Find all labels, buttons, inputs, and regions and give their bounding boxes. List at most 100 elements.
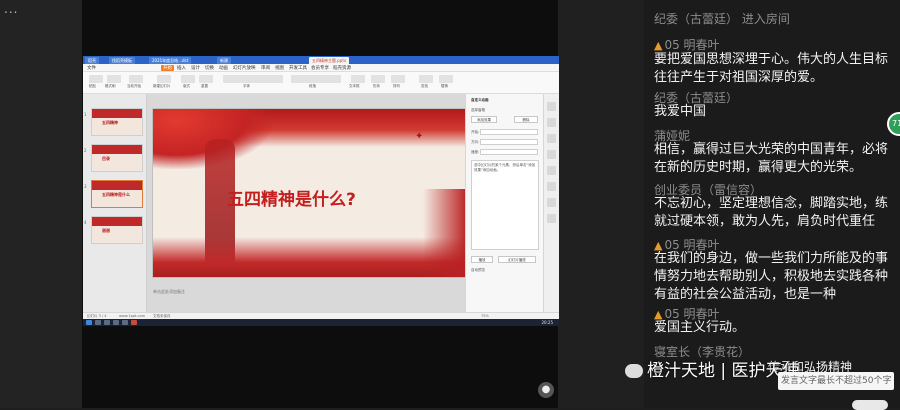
thumb-number: 1 bbox=[84, 112, 87, 117]
textbox-icon[interactable] bbox=[351, 75, 365, 83]
paste-icon[interactable] bbox=[89, 75, 103, 83]
send-button[interactable] bbox=[852, 400, 888, 410]
wps-title-bar: 稻壳 找稻壳模板 2021年度总结...dst 新建 五四精神主题.pptx bbox=[83, 56, 559, 64]
animation-panel: 自定义动画 选择窗格 添加效果 删除 开始: 方向: 速度: 选中幻灯片的某个元… bbox=[465, 94, 543, 312]
thumb-title: 谢谢 bbox=[102, 228, 110, 233]
thumb-title: 五四精神是什么 bbox=[102, 192, 130, 197]
menu-home[interactable]: 开始 bbox=[161, 65, 174, 71]
start-dropdown[interactable] bbox=[480, 129, 538, 135]
more-icon[interactable]: ... bbox=[4, 2, 18, 16]
speed-dropdown[interactable] bbox=[480, 149, 538, 155]
microphone-icon[interactable]: ● bbox=[538, 382, 554, 398]
tool-icon[interactable] bbox=[547, 150, 556, 159]
search-icon[interactable] bbox=[95, 320, 101, 325]
thumb-number: 2 bbox=[84, 148, 87, 153]
tab-ppt[interactable]: 五四精神主题.pptx bbox=[309, 57, 350, 64]
tool-icon[interactable] bbox=[547, 198, 556, 207]
folder-icon[interactable] bbox=[122, 320, 128, 325]
tab-new[interactable]: 新建 bbox=[217, 57, 231, 64]
menu-member[interactable]: 会员专享 bbox=[311, 65, 329, 71]
chat-input[interactable]: 发言文字最长不超过50个字 bbox=[778, 372, 894, 390]
thumb-banner bbox=[92, 145, 142, 154]
message-text: 相信，赢得过巨大光荣的中国青年，必将在新的历史时期，赢得更大的光荣。 bbox=[654, 142, 889, 175]
thumb-banner bbox=[92, 217, 142, 226]
thumbnail-3[interactable]: 五四精神是什么 bbox=[91, 180, 143, 208]
thumb-banner bbox=[92, 181, 142, 190]
tool-icon[interactable] bbox=[547, 166, 556, 175]
thumbnail-4[interactable]: 谢谢 bbox=[91, 216, 143, 244]
play-button[interactable]: 播放 bbox=[471, 256, 493, 263]
ribbon-label-reset: 重置 bbox=[201, 84, 208, 88]
tool-icon[interactable] bbox=[547, 134, 556, 143]
menu-developer[interactable]: 开发工具 bbox=[289, 65, 307, 71]
slide-title[interactable]: 五四精神是什么? bbox=[227, 185, 356, 210]
replace-icon[interactable] bbox=[439, 75, 453, 83]
message-text: 我爱中国 bbox=[654, 104, 707, 119]
panel-hint: 选中幻灯片的某个元素，然后单击"添加效果"添加动画。 bbox=[474, 163, 536, 172]
meeting-window: ... 稻壳 找稻壳模板 2021年度总结...dst 新建 五四精神主题.pp… bbox=[0, 0, 900, 410]
shape-icon[interactable] bbox=[371, 75, 385, 83]
tool-icon[interactable] bbox=[547, 182, 556, 191]
menu-insert[interactable]: 插入 bbox=[177, 65, 186, 71]
start-icon[interactable] bbox=[86, 320, 92, 325]
tool-icon[interactable] bbox=[547, 214, 556, 223]
menu-design[interactable]: 设计 bbox=[191, 65, 200, 71]
layout-icon[interactable] bbox=[181, 75, 195, 83]
ribbon-label-format: 格式刷 bbox=[105, 84, 116, 88]
find-icon[interactable] bbox=[419, 75, 433, 83]
autopreview-checkbox[interactable]: 自动预览 bbox=[471, 268, 485, 273]
ribbon-label-layout: 版式 bbox=[183, 84, 190, 88]
ribbon-label-paste: 粘贴 bbox=[89, 84, 96, 88]
current-slide[interactable]: ✦ 五四精神是什么? bbox=[152, 108, 468, 278]
start-label: 开始: bbox=[471, 130, 480, 134]
thumb-title: 五四精神 bbox=[102, 120, 118, 125]
reset-icon[interactable] bbox=[199, 75, 213, 83]
selection-pane-link[interactable]: 选择窗格 bbox=[471, 108, 485, 113]
notes-placeholder[interactable]: 单击此处添加备注 bbox=[147, 286, 465, 298]
start-current-icon[interactable] bbox=[129, 75, 143, 83]
menu-slideshow[interactable]: 幻灯片放映 bbox=[233, 65, 256, 71]
thumbnail-2[interactable]: 目录 bbox=[91, 144, 143, 172]
browser-icon[interactable] bbox=[113, 320, 119, 325]
thumbnail-1[interactable]: 五四精神 bbox=[91, 108, 143, 136]
animation-list[interactable]: 选中幻灯片的某个元素，然后单击"添加效果"添加动画。 bbox=[471, 160, 539, 250]
clock: 20:25 bbox=[541, 320, 553, 325]
menu-file[interactable]: 文件 bbox=[87, 65, 96, 71]
ribbon-label-newslide: 新建幻灯片 bbox=[153, 84, 171, 88]
new-slide-icon[interactable] bbox=[157, 75, 171, 83]
tab-template[interactable]: 找稻壳模板 bbox=[109, 57, 135, 64]
thumb-title: 目录 bbox=[102, 156, 110, 161]
menu-view[interactable]: 视图 bbox=[275, 65, 284, 71]
slideshow-button[interactable]: 幻灯片播放 bbox=[498, 256, 536, 263]
menu-transition[interactable]: 切换 bbox=[205, 65, 214, 71]
side-toolbar bbox=[543, 94, 559, 312]
thumb-number: 3 bbox=[84, 184, 87, 189]
taskview-icon[interactable] bbox=[104, 320, 110, 325]
direction-dropdown[interactable] bbox=[480, 139, 538, 145]
panel-title: 自定义动画 bbox=[471, 98, 489, 102]
message-text: 爱国主义行动。 bbox=[654, 320, 746, 335]
status-bar: 幻灯片 3 / 4 www.1ppt.com 文档未保存 75% bbox=[83, 312, 559, 319]
arrange-icon[interactable] bbox=[391, 75, 405, 83]
ribbon-label-font: 字体 bbox=[243, 84, 250, 88]
tool-icon[interactable] bbox=[547, 118, 556, 127]
watermark: 橙汁天地 | 医护天使 bbox=[625, 356, 800, 381]
tab-docer[interactable]: 稻壳 bbox=[85, 57, 99, 64]
delete-button[interactable]: 删除 bbox=[514, 116, 538, 123]
menu-animation[interactable]: 动画 bbox=[219, 65, 228, 71]
tool-icon[interactable] bbox=[547, 102, 556, 111]
wps-icon[interactable] bbox=[131, 320, 137, 325]
zoom-level[interactable]: 75% bbox=[481, 314, 489, 318]
ribbon-label-replace: 替换 bbox=[441, 84, 448, 88]
format-painter-icon[interactable] bbox=[107, 75, 121, 83]
paragraph-group[interactable] bbox=[291, 75, 341, 83]
tab-summary[interactable]: 2021年度总结...dst bbox=[149, 57, 192, 64]
menu-docer[interactable]: 稻壳资源 bbox=[333, 65, 351, 71]
ribbon: 粘贴 格式刷 当前开始 新建幻灯片 版式 重置 字体 段落 文本框 形状 排列 … bbox=[83, 72, 559, 94]
ribbon-label-find: 查找 bbox=[421, 84, 428, 88]
left-margin: ... bbox=[0, 0, 82, 408]
menu-review[interactable]: 审阅 bbox=[261, 65, 270, 71]
add-effect-button[interactable]: 添加效果 bbox=[471, 116, 497, 123]
font-dropdown[interactable] bbox=[223, 75, 283, 83]
ribbon-label-textbox: 文本框 bbox=[349, 84, 360, 88]
